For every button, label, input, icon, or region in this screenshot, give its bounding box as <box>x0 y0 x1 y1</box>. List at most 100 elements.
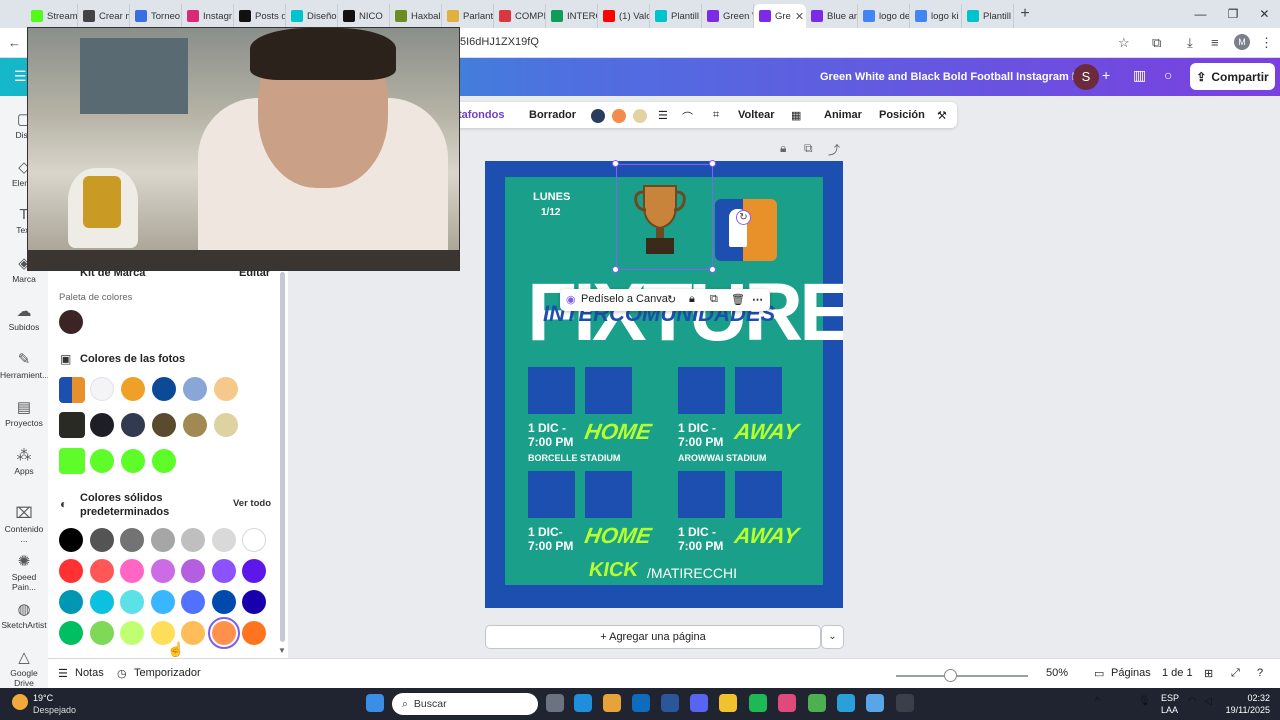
taskbar-search[interactable]: ⌕ Buscar <box>392 693 538 715</box>
browser-tab[interactable]: COMPI <box>494 4 546 28</box>
match-time[interactable]: 7:00 PM <box>528 435 573 449</box>
photo-color-swatch[interactable] <box>183 413 207 437</box>
chrome-active-icon[interactable] <box>866 694 884 712</box>
more-options-icon[interactable]: ⋯ <box>752 293 763 306</box>
match-tag[interactable]: AWAY <box>733 419 801 445</box>
add-page-icon[interactable]: ⤴ <box>828 141 840 158</box>
insights-icon[interactable]: ▥ <box>1133 67 1146 84</box>
solid-color-swatch[interactable] <box>59 528 83 552</box>
mic-icon[interactable]: 🎙︎ <box>1138 696 1151 707</box>
flip-button[interactable]: Voltear <box>738 109 774 121</box>
browser-tab[interactable]: logo de <box>858 4 910 28</box>
toolbar-color-1[interactable] <box>591 109 605 123</box>
rail-item[interactable]: ⌧ Contenido ... <box>0 504 48 544</box>
volume-icon[interactable]: ◁ <box>1204 696 1212 707</box>
solid-color-swatch[interactable] <box>207 617 240 649</box>
browser-tab[interactable]: Plantill <box>962 4 1014 28</box>
bookmark-star-icon[interactable]: ☆ <box>1118 35 1130 51</box>
team-slot[interactable] <box>735 471 782 518</box>
solid-color-swatch[interactable] <box>242 621 266 645</box>
url-field[interactable]: 5I6dHJ1ZX19fQ <box>460 36 539 48</box>
solid-color-swatch[interactable] <box>150 528 175 552</box>
browser-tab[interactable]: logo ki <box>910 4 962 28</box>
media-icon[interactable]: ≡ <box>1211 35 1219 50</box>
solid-color-swatch[interactable] <box>211 559 236 583</box>
resize-handle[interactable] <box>709 160 716 167</box>
team-slot[interactable] <box>528 471 575 518</box>
photo-color-swatch[interactable] <box>90 413 114 437</box>
toolbar-color-2[interactable] <box>612 109 626 123</box>
menu-dots-icon[interactable]: ⋮ <box>1260 35 1273 51</box>
browser-tab[interactable]: Green V <box>702 4 754 28</box>
minimize-button[interactable]: — <box>1195 7 1207 21</box>
browser-tab[interactable]: Diseño <box>286 4 338 28</box>
crop-icon[interactable]: ⌗ <box>713 109 719 122</box>
solid-color-swatch[interactable] <box>89 559 114 583</box>
team-slot[interactable] <box>678 471 725 518</box>
solid-color-swatch[interactable] <box>150 559 175 583</box>
download-icon[interactable]: ⤓ <box>1187 35 1193 51</box>
browser-tab[interactable]: (1) Valo <box>598 4 650 28</box>
day-label[interactable]: LUNES <box>533 191 570 203</box>
share-button[interactable]: ⇪ Compartir <box>1190 63 1275 90</box>
language-label[interactable]: ESP <box>1161 693 1179 703</box>
browser-tab[interactable]: Gre ✕ <box>754 4 806 28</box>
match-stadium[interactable]: AROWWAI STADIUM <box>678 453 766 463</box>
close-window-button[interactable]: ✕ <box>1259 7 1269 21</box>
task-view-icon[interactable] <box>546 694 564 712</box>
team-slot[interactable] <box>735 367 782 414</box>
spotify-icon[interactable] <box>749 694 767 712</box>
match-tag[interactable]: HOME <box>583 419 653 445</box>
resize-handle[interactable] <box>709 266 716 273</box>
photo-thumb-logo[interactable] <box>59 377 85 403</box>
border-style-icon[interactable]: ☰ <box>658 109 668 122</box>
profile-avatar[interactable]: M <box>1234 34 1250 50</box>
match-time[interactable]: 7:00 PM <box>678 539 723 553</box>
document-title[interactable]: Green White and Black Bold Football Inst… <box>820 71 1096 83</box>
timer-button[interactable]: Temporizador <box>134 667 201 679</box>
photo-color-swatch[interactable] <box>90 377 114 401</box>
solid-color-swatch[interactable] <box>242 590 266 614</box>
resize-handle[interactable] <box>612 160 619 167</box>
comment-icon[interactable]: ○ <box>1164 67 1172 83</box>
browser-tab[interactable]: Haxbal <box>390 4 442 28</box>
solid-color-swatch[interactable] <box>211 528 236 552</box>
solid-color-swatch[interactable] <box>89 528 114 552</box>
chrome-icon[interactable] <box>808 694 826 712</box>
scroll-down-icon[interactable]: ▼ <box>278 646 286 655</box>
date-label[interactable]: 1/12 <box>541 207 560 218</box>
tray-chevron-icon[interactable]: ^ <box>1095 696 1100 707</box>
solid-color-swatch[interactable] <box>120 528 144 552</box>
match-time[interactable]: 7:00 PM <box>528 539 573 553</box>
photo-color-swatch[interactable] <box>214 413 238 437</box>
team-slot[interactable] <box>585 367 632 414</box>
photo-color-swatch[interactable] <box>152 377 176 401</box>
panel-scrollbar[interactable] <box>280 272 285 642</box>
position-button[interactable]: Posición <box>879 109 925 121</box>
solid-color-swatch[interactable] <box>120 559 144 583</box>
solid-color-swatch[interactable] <box>89 590 114 614</box>
channel-label[interactable]: /MATIRECCHI <box>647 565 737 581</box>
rail-item[interactable]: ◍ SketchArtist <box>0 600 48 630</box>
zoom-value[interactable]: 50% <box>1046 667 1068 679</box>
rail-item[interactable]: △ Google Drive <box>0 648 48 688</box>
notes-button[interactable]: Notas <box>75 667 104 679</box>
obs-icon[interactable] <box>896 694 914 712</box>
photo-color-swatch[interactable] <box>121 377 145 401</box>
match-time[interactable]: 7:00 PM <box>678 435 723 449</box>
comment-element-icon[interactable]: ↻ <box>667 293 676 306</box>
tab-close-icon[interactable]: ✕ <box>795 10 804 23</box>
photo-color-swatch[interactable] <box>152 413 176 437</box>
corner-rounding-icon[interactable]: ⌒ <box>682 109 693 125</box>
solid-color-swatch[interactable] <box>150 590 175 614</box>
toolbar-color-3[interactable] <box>633 109 647 123</box>
solid-color-swatch[interactable] <box>59 559 83 583</box>
team-slot[interactable] <box>678 367 725 414</box>
add-page-dropdown[interactable]: ⌄ <box>821 625 844 649</box>
rail-item[interactable]: ⁂ Apps <box>0 446 48 476</box>
match-date[interactable]: 1 DIC - <box>678 421 716 435</box>
delete-element-icon[interactable]: 🗑︎ <box>731 293 745 306</box>
solid-color-swatch[interactable] <box>89 621 114 645</box>
extensions-icon[interactable]: ⧉ <box>1152 35 1161 51</box>
rail-item[interactable]: ✺ Speed Pain... <box>0 552 48 592</box>
